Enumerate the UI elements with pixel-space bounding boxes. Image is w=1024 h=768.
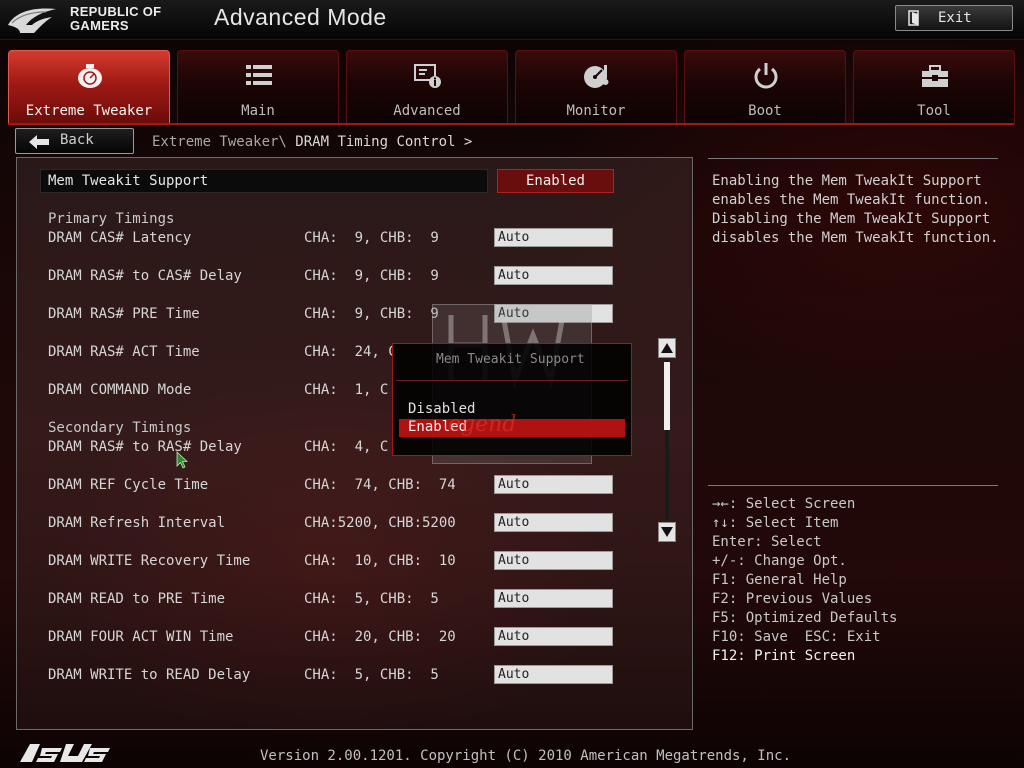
dram-read-to-pre-field[interactable]: Auto	[494, 589, 613, 608]
dram-ras-to-cas-field[interactable]: Auto	[494, 266, 613, 285]
help-description: Enabling the Mem TweakIt Support enables…	[712, 173, 999, 246]
breadcrumb: Extreme Tweaker\ DRAM Timing Control >	[152, 134, 472, 150]
version-info: Version 2.00.1201. Copyright (C) 2010 Am…	[260, 748, 792, 764]
dram-ras-to-cas-label: DRAM RAS# to CAS# Delay	[48, 268, 242, 284]
key-hint-select-item: ↑↓: Select Item	[712, 515, 839, 531]
advanced-icon	[414, 64, 441, 88]
asus-logo-icon	[20, 744, 110, 762]
tweaker-icon	[78, 64, 102, 88]
dram-four-act-win-label: DRAM FOUR ACT WIN Time	[48, 629, 234, 645]
tweakit-support-label: Mem Tweakit Support	[48, 173, 209, 189]
dram-ras-act-label: DRAM RAS# ACT Time	[48, 344, 200, 360]
key-hint-enter: Enter: Select	[712, 534, 822, 550]
dram-ref-cycle-field[interactable]: Auto	[494, 475, 613, 494]
brand-name: REPUBLIC OF GAMERS	[70, 5, 161, 33]
exit-door-icon	[908, 10, 919, 26]
key-hint-f10: F10: Save ESC: Exit	[712, 629, 881, 645]
key-hint-f5: F5: Optimized Defaults	[712, 610, 898, 626]
dram-cas-latency-field[interactable]: Auto	[494, 228, 613, 247]
exit-button[interactable]: Exit	[895, 5, 1013, 31]
tab-tool[interactable]: Tool	[853, 50, 1015, 124]
tab-label: Main	[241, 103, 275, 119]
watermark-text: egend	[448, 412, 517, 437]
dram-four-act-win-field[interactable]: Auto	[494, 627, 613, 646]
dram-ras-pre-label: DRAM RAS# PRE Time	[48, 306, 200, 322]
tab-label: Tool	[917, 103, 951, 119]
scrollbar-thumb[interactable]	[664, 362, 670, 430]
key-hint-f1: F1: General Help	[712, 572, 847, 588]
dram-write-to-read-current: CHA: 5, CHB: 5	[304, 667, 439, 683]
dram-command-mode-current: CHA: 1, C	[304, 382, 389, 398]
key-hint-f12: F12: Print Screen	[712, 648, 856, 664]
dram-ref-cycle-current: CHA: 74, CHB: 74	[304, 477, 456, 493]
dram-four-act-win-current: CHA: 20, CHB: 20	[304, 629, 456, 645]
help-divider-top	[708, 158, 998, 159]
page-title: Advanced Mode	[214, 4, 387, 30]
popup-divider	[396, 380, 628, 381]
triangle-down-icon	[661, 527, 673, 537]
tab-label: Monitor	[566, 103, 626, 119]
toolbox-icon	[922, 65, 948, 87]
tab-main[interactable]: Main	[177, 50, 339, 124]
dram-command-mode-label: DRAM COMMAND Mode	[48, 382, 192, 398]
back-button[interactable]: Back	[15, 128, 134, 154]
list-icon	[246, 65, 272, 85]
key-hint-change-opt: +/-: Change Opt.	[712, 553, 847, 569]
triangle-up-icon	[661, 343, 673, 353]
secondary-timings-heading: Secondary Timings	[48, 420, 192, 436]
dram-write-to-read-field[interactable]: Auto	[494, 665, 613, 684]
exit-label: Exit	[938, 10, 972, 26]
dram-cas-latency-label: DRAM CAS# Latency	[48, 230, 192, 246]
tab-label: Extreme Tweaker	[25, 103, 153, 119]
rog-logo-icon	[8, 8, 56, 33]
dram-write-recovery-current: CHA: 10, CHB: 10	[304, 553, 456, 569]
brand-line-2: GAMERS	[70, 18, 129, 33]
dram-ref-cycle-label: DRAM REF Cycle Time	[48, 477, 209, 493]
tab-extreme-tweaker[interactable]: Extreme Tweaker	[8, 50, 170, 124]
primary-timings-heading: Primary Timings	[48, 211, 175, 227]
dram-write-recovery-field[interactable]: Auto	[494, 551, 613, 570]
tab-underline	[8, 123, 1014, 125]
back-arrow-icon	[29, 135, 49, 149]
popup-title: Mem Tweakit Support	[436, 352, 585, 367]
scroll-up-button[interactable]	[658, 338, 676, 358]
tab-label: Boot	[748, 103, 782, 119]
dram-refresh-interval-label: DRAM Refresh Interval	[48, 515, 226, 531]
scroll-down-button[interactable]	[658, 522, 676, 542]
dram-ras-to-ras-current: CHA: 4, C	[304, 439, 389, 455]
tweakit-support-value[interactable]: Enabled	[497, 169, 614, 193]
dram-read-to-pre-label: DRAM READ to PRE Time	[48, 591, 226, 607]
breadcrumb-current: DRAM Timing Control >	[295, 134, 473, 150]
tab-label: Advanced	[393, 103, 461, 119]
dram-cas-latency-current: CHA: 9, CHB: 9	[304, 230, 439, 246]
brand-line-1: REPUBLIC OF	[70, 4, 162, 19]
tab-monitor[interactable]: Monitor	[515, 50, 677, 124]
dram-ras-act-current: CHA: 24, C	[304, 344, 397, 360]
dram-refresh-interval-field[interactable]: Auto	[494, 513, 613, 532]
breadcrumb-parent[interactable]: Extreme Tweaker\	[152, 134, 295, 150]
power-icon	[754, 63, 778, 89]
monitor-icon	[584, 65, 609, 88]
dram-ras-pre-current: CHA: 9, CHB: 9	[304, 306, 439, 322]
back-label: Back	[60, 132, 94, 148]
key-hint-select-screen: →←: Select Screen	[712, 496, 856, 512]
key-hint-f2: F2: Previous Values	[712, 591, 873, 607]
tab-boot[interactable]: Boot	[684, 50, 846, 124]
dram-ras-to-ras-label: DRAM RAS# to RAS# Delay	[48, 439, 242, 455]
dram-write-to-read-label: DRAM WRITE to READ Delay	[48, 667, 251, 683]
dram-refresh-interval-current: CHA:5200, CHB:5200	[304, 515, 456, 531]
tab-advanced[interactable]: Advanced	[346, 50, 508, 124]
mouse-pointer-icon	[176, 451, 188, 469]
dram-ras-to-cas-current: CHA: 9, CHB: 9	[304, 268, 439, 284]
help-divider-mid	[708, 485, 998, 486]
dram-read-to-pre-current: CHA: 5, CHB: 5	[304, 591, 439, 607]
dram-write-recovery-label: DRAM WRITE Recovery Time	[48, 553, 251, 569]
